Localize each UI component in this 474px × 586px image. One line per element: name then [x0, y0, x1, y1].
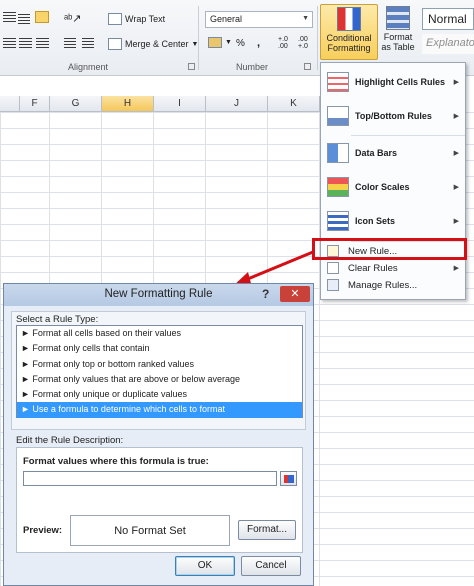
- menu-separator: [351, 135, 465, 136]
- style-explanatory[interactable]: Explanato: [422, 34, 474, 54]
- table-icon: [386, 6, 410, 30]
- list-item[interactable]: ► Format all cells based on their values: [17, 326, 302, 341]
- menu-item-manage-rules[interactable]: Manage Rules...: [321, 277, 465, 293]
- data-bars-icon: [327, 143, 349, 163]
- rule-type-list[interactable]: ► Format all cells based on their values…: [16, 325, 303, 418]
- chevron-right-icon: ▶: [453, 218, 459, 225]
- list-item[interactable]: ► Format only values that are above or b…: [17, 372, 302, 387]
- edit-description-label: Edit the Rule Description:: [16, 435, 124, 446]
- preview-label: Preview:: [23, 525, 63, 536]
- merge-icon: [108, 38, 122, 50]
- chevron-right-icon: ▶: [453, 150, 459, 157]
- conditional-formatting-menu: Highlight Cells Rules ▶ Top/Bottom Rules…: [320, 62, 466, 300]
- currency-icon: [208, 37, 222, 48]
- help-icon[interactable]: ?: [262, 287, 269, 301]
- list-item-selected[interactable]: ► Use a formula to determine which cells…: [17, 402, 302, 418]
- menu-item-data-bars[interactable]: Data Bars ▶: [321, 138, 465, 168]
- decrease-indent-button[interactable]: [64, 38, 76, 48]
- manage-rules-icon: [327, 279, 339, 291]
- list-item[interactable]: ► Format only top or bottom ranked value…: [17, 357, 302, 372]
- menu-item-color-scales[interactable]: Color Scales ▶: [321, 172, 465, 202]
- range-select-button[interactable]: [280, 471, 297, 486]
- column-header-g[interactable]: G: [50, 96, 102, 112]
- dialog-titlebar[interactable]: New Formatting Rule ? ✕: [4, 284, 313, 306]
- alignment-launcher-icon[interactable]: [188, 63, 195, 70]
- menu-item-highlight-cells-rules[interactable]: Highlight Cells Rules ▶: [321, 67, 465, 97]
- comma-button[interactable]: ,: [257, 37, 260, 49]
- decrease-decimal-button[interactable]: .00 +.0: [298, 36, 314, 50]
- menu-item-top-bottom-rules[interactable]: Top/Bottom Rules ▶: [321, 101, 465, 131]
- formula-input[interactable]: [23, 471, 277, 486]
- number-group-label: Number: [236, 62, 269, 72]
- conditional-formatting-icon: [337, 7, 361, 31]
- align-bottom-button[interactable]: [35, 11, 49, 23]
- percent-button[interactable]: %: [236, 38, 245, 49]
- increase-indent-button[interactable]: [82, 38, 94, 48]
- format-preview: No Format Set: [70, 515, 230, 546]
- align-middle-button[interactable]: [18, 14, 30, 24]
- highlight-box: [312, 238, 467, 260]
- number-launcher-icon[interactable]: [304, 63, 311, 70]
- close-button[interactable]: ✕: [280, 286, 310, 302]
- icon-sets-icon: [327, 211, 349, 231]
- chevron-right-icon: ▶: [453, 184, 459, 191]
- conditional-formatting-button[interactable]: Conditional Formatting: [320, 4, 378, 60]
- column-header-i[interactable]: I: [154, 96, 206, 112]
- align-left-button[interactable]: [3, 38, 16, 48]
- menu-item-icon-sets[interactable]: Icon Sets ▶: [321, 206, 465, 236]
- color-scales-icon: [327, 177, 349, 197]
- column-header-gap: [0, 96, 20, 112]
- wrap-text-icon: [108, 13, 122, 25]
- menu-item-clear-rules[interactable]: Clear Rules ▶: [321, 260, 465, 276]
- format-as-table-button[interactable]: Format as Table: [378, 4, 418, 60]
- select-rule-type-label: Select a Rule Type:: [16, 314, 99, 325]
- highlight-cells-icon: [327, 72, 349, 92]
- column-header-h[interactable]: H: [102, 96, 154, 112]
- wrap-text-button[interactable]: Wrap Text: [108, 13, 165, 25]
- formula-label: Format values where this formula is true…: [23, 456, 209, 467]
- column-header-j[interactable]: J: [206, 96, 268, 112]
- align-top-button[interactable]: [3, 12, 16, 22]
- orientation-button[interactable]: ᵃᵇ↗: [64, 12, 81, 25]
- style-normal[interactable]: Normal: [422, 8, 474, 30]
- align-right-button[interactable]: [36, 38, 49, 48]
- list-item[interactable]: ► Format only unique or duplicate values: [17, 387, 302, 402]
- column-header-row: F G H I J K: [0, 96, 320, 112]
- group-divider: [317, 6, 318, 70]
- alignment-group-label: Alignment: [68, 62, 109, 72]
- cancel-button[interactable]: Cancel: [241, 556, 301, 576]
- column-header-f[interactable]: F: [20, 96, 50, 112]
- increase-decimal-button[interactable]: +.0 .00: [278, 36, 294, 50]
- merge-center-button[interactable]: Merge & Center ▼: [108, 38, 198, 50]
- currency-button[interactable]: ▼: [208, 37, 232, 48]
- chevron-right-icon: ▶: [453, 79, 459, 86]
- list-item[interactable]: ► Format only cells that contain: [17, 341, 302, 356]
- range-select-icon: [284, 475, 294, 483]
- column-header-k[interactable]: K: [268, 96, 320, 112]
- group-divider: [198, 6, 199, 70]
- top-bottom-icon: [327, 106, 349, 126]
- format-button[interactable]: Format...: [238, 520, 296, 540]
- number-format-dropdown[interactable]: General ▼: [205, 11, 313, 28]
- ok-button[interactable]: OK: [175, 556, 235, 576]
- chevron-down-icon: ▼: [302, 15, 309, 22]
- chevron-right-icon: ▶: [453, 265, 459, 272]
- chevron-right-icon: ▶: [453, 113, 459, 120]
- align-center-button[interactable]: [19, 38, 32, 48]
- eraser-icon: [327, 262, 339, 274]
- chevron-down-icon: ▼: [225, 39, 232, 46]
